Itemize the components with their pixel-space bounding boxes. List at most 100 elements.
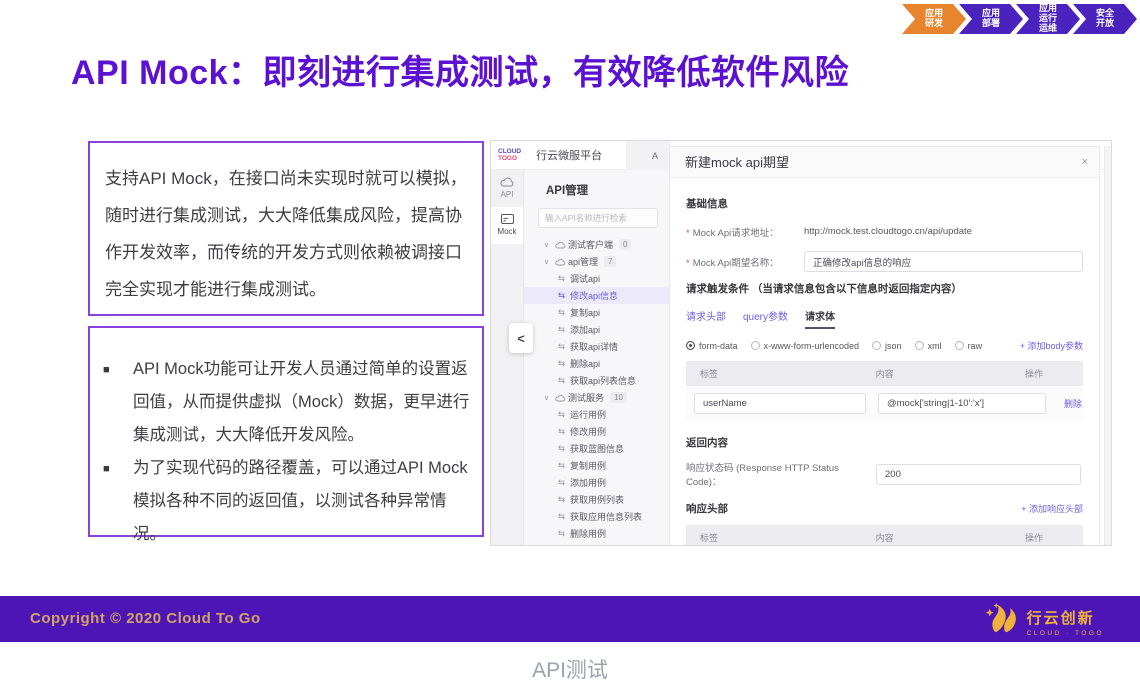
api-sidebar-panel: API管理 ∨ 测试客户端 0 ∨ api管理 7 ⇆ 调试api	[524, 170, 671, 545]
bullet-item: ■ 为了实现代码的路径覆盖，可以通过API Mock模拟各种不同的返回值，以测试…	[103, 452, 472, 551]
body-type-radios: form-data x-www-form-urlencoded json xml…	[686, 339, 1083, 352]
logo-en-text: CLOUD · TOGO	[1027, 630, 1104, 637]
chevron-down-icon[interactable]: ∨	[544, 241, 555, 249]
logo-cn-text: 行云创新	[1027, 607, 1104, 628]
modal-header: 新建mock api期望 ×	[670, 147, 1099, 178]
modal-scrollbar[interactable]	[1104, 146, 1111, 545]
expectation-name-label: *Mock Api期望名称：	[686, 255, 804, 269]
cloud-api-icon	[500, 180, 515, 189]
swap-icon: ⇆	[558, 528, 570, 539]
tree-group-test-client[interactable]: ∨ 测试客户端 0	[524, 236, 671, 253]
radio-raw[interactable]: raw	[955, 341, 983, 351]
tree-leaf-run-case[interactable]: ⇆ 运行用例	[524, 406, 671, 423]
api-search-input[interactable]	[538, 208, 658, 228]
feature-bullets-box: ■ API Mock功能可让开发人员通过简单的设置返回值，从而提供虚拟（Mock…	[88, 326, 484, 537]
tab-request-body[interactable]: 请求体	[805, 308, 835, 329]
swap-icon: ⇆	[558, 307, 570, 318]
swap-icon: ⇆	[558, 477, 570, 488]
tree-group-label: 测试服务	[568, 391, 604, 404]
new-mock-expectation-modal: 新建mock api期望 × 基础信息 *Mock Api请求地址： http:…	[669, 146, 1100, 545]
tree-leaf-delete-case[interactable]: ⇆ 删除用例	[524, 525, 671, 542]
topbar-tab-partial[interactable]: A	[626, 141, 671, 170]
service-group-icon	[555, 394, 568, 402]
tree-leaf-modify-api-info[interactable]: ⇆ 修改api信息	[524, 287, 671, 304]
request-part-tabs: 请求头部 query参数 请求体	[686, 308, 1083, 329]
tab-request-header[interactable]: 请求头部	[686, 308, 726, 329]
expectation-name-input[interactable]	[804, 251, 1083, 272]
request-url-row: *Mock Api请求地址： http://mock.test.cloudtog…	[686, 221, 1083, 242]
request-url-value: http://mock.test.cloudtogo.cn/api/update	[804, 226, 972, 237]
swap-icon: ⇆	[558, 375, 570, 386]
swap-icon: ⇆	[558, 409, 570, 420]
param-value-input[interactable]	[878, 393, 1046, 414]
radio-selected-icon	[686, 341, 695, 350]
status-code-row: 响应状态码 (Response HTTP Status Code)：	[686, 460, 1083, 488]
chevron-down-icon[interactable]: ∨	[544, 394, 555, 402]
cloudtogo-footer-logo: 行云创新 CLOUD · TOGO	[982, 602, 1104, 641]
body-param-row: 删除	[686, 386, 1083, 421]
tree-leaf-add-api[interactable]: ⇆ 添加api	[524, 321, 671, 338]
tree-leaf-delete-api[interactable]: ⇆ 删除api	[524, 355, 671, 372]
table-header-row: 标签 内容 操作	[686, 361, 1083, 386]
swap-icon: ⇆	[558, 324, 570, 335]
tree-group-test-service[interactable]: ∨ 测试服务 10	[524, 389, 671, 406]
tree-group-api-mgmt[interactable]: ∨ api管理 7	[524, 253, 671, 270]
swap-icon: ⇆	[558, 290, 570, 301]
tree-count-badge: 10	[610, 392, 627, 403]
tab-query-params[interactable]: query参数	[743, 308, 788, 329]
service-group-icon	[555, 258, 568, 266]
sidebar-collapse-button[interactable]: <	[509, 323, 533, 353]
phase-arrows: 应用 研发 应用 部署 应用 运行 运维 安全 开放	[909, 4, 1137, 34]
param-name-input[interactable]	[694, 393, 866, 414]
bullet-text: 为了实现代码的路径覆盖，可以通过API Mock模拟各种不同的返回值，以测试各种…	[133, 452, 472, 551]
radio-form-data[interactable]: form-data	[686, 341, 738, 351]
tree-leaf-get-blueprint[interactable]: ⇆ 获取蓝图信息	[524, 440, 671, 457]
expectation-name-row: *Mock Api期望名称：	[686, 251, 1083, 272]
swap-icon: ⇆	[558, 426, 570, 437]
swap-icon: ⇆	[558, 511, 570, 522]
product-screenshot: CLOUD TOGO 行云微服平台 A API Mock API管理	[490, 140, 1112, 546]
tree-leaf-copy-case[interactable]: ⇆ 复制用例	[524, 457, 671, 474]
basic-info-section-title: 基础信息	[686, 196, 1083, 211]
rail-item-api[interactable]: API	[491, 170, 523, 207]
tree-group-label: api管理	[568, 255, 598, 268]
service-group-icon	[555, 241, 568, 249]
tree-leaf-get-app-info-list[interactable]: ⇆ 获取应用信息列表	[524, 508, 671, 525]
radio-x-www-form-urlencoded[interactable]: x-www-form-urlencoded	[751, 341, 860, 351]
bullet-square-icon: ■	[103, 452, 133, 551]
response-headers-table: 标签 内容 操作 没有header	[686, 525, 1083, 545]
required-asterisk: *	[686, 228, 690, 239]
tree-leaf-get-api-list[interactable]: ⇆ 获取api列表信息	[524, 372, 671, 389]
rail-api-label: API	[491, 190, 523, 200]
swap-icon: ⇆	[558, 494, 570, 505]
tree-leaf-get-case-list[interactable]: ⇆ 获取用例列表	[524, 491, 671, 508]
tree-count-badge: 0	[619, 239, 631, 250]
close-icon[interactable]: ×	[1082, 147, 1088, 178]
radio-xml[interactable]: xml	[915, 341, 942, 351]
swap-icon: ⇆	[558, 443, 570, 454]
tree-leaf-get-api-detail[interactable]: ⇆ 获取api详情	[524, 338, 671, 355]
response-header-section-title: 响应头部	[686, 501, 728, 516]
status-code-input[interactable]	[876, 464, 1081, 485]
tree-leaf-debug-api[interactable]: ⇆ 调试api	[524, 270, 671, 287]
radio-json[interactable]: json	[872, 341, 902, 351]
tree-leaf-copy-api[interactable]: ⇆ 复制api	[524, 304, 671, 321]
bullet-text: API Mock功能可让开发人员通过简单的设置返回值，从而提供虚拟（Mock）数…	[133, 353, 472, 452]
return-content-section-title: 返回内容	[686, 435, 1083, 450]
phase-app-ops: 应用 运行 运维	[1016, 4, 1080, 34]
table-header-row: 标签 内容 操作	[686, 525, 1083, 545]
rail-item-mock[interactable]: Mock	[491, 207, 523, 244]
radio-icon	[915, 341, 924, 350]
tree-count-badge: 7	[604, 256, 616, 267]
add-body-param-link[interactable]: + 添加body参数	[1020, 339, 1083, 352]
modal-body: 基础信息 *Mock Api请求地址： http://mock.test.clo…	[670, 178, 1099, 545]
tree-leaf-modify-case[interactable]: ⇆ 修改用例	[524, 423, 671, 440]
tree-group-label: 测试客户端	[568, 238, 613, 251]
chevron-down-icon[interactable]: ∨	[544, 258, 555, 266]
tree-leaf-add-case[interactable]: ⇆ 添加用例	[524, 474, 671, 491]
intro-text-box: 支持API Mock，在接口尚未实现时就可以模拟，随时进行集成测试，大大降低集成…	[88, 141, 484, 316]
rail-mock-label: Mock	[491, 227, 523, 237]
add-response-header-link[interactable]: + 添加响应头部	[1021, 502, 1083, 515]
phase-app-dev: 应用 研发	[902, 4, 966, 34]
delete-param-link[interactable]: 删除	[1064, 397, 1082, 410]
